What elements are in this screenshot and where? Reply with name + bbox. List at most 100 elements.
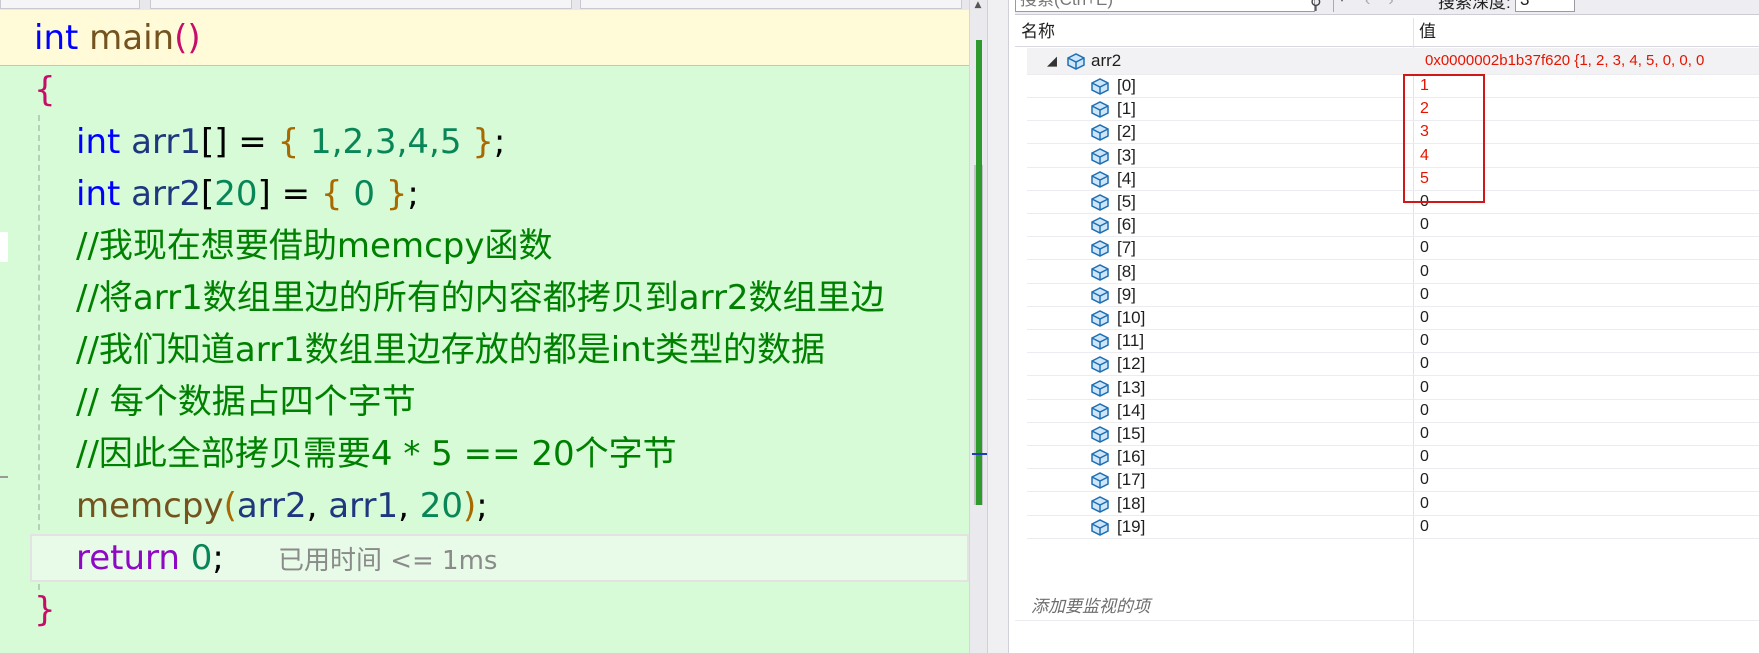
watch-item-name: [10] — [1117, 308, 1146, 327]
watch-item-name: [17] — [1117, 470, 1146, 490]
watch-item-value: 0 — [1420, 309, 1429, 326]
brace: } — [472, 122, 494, 162]
watch-item-name: [4] — [1117, 168, 1136, 188]
paren: ) — [463, 486, 477, 526]
watch-item-row[interactable]: [16] 0 — [1027, 445, 1759, 470]
variable-cube-icon — [1091, 495, 1109, 513]
pane-splitter[interactable] — [987, 0, 1009, 653]
brackets: [] — [200, 122, 228, 162]
variable-cube-icon — [1091, 472, 1109, 490]
code-line-3: int arr1[] = { 1,2,3,4,5 }; — [76, 116, 505, 168]
watch-item-value: 0 — [1420, 425, 1429, 442]
code-line-4: int arr2[20] = { 0 }; — [76, 168, 419, 220]
watch-item-row[interactable]: [12] 0 — [1027, 352, 1759, 377]
search-input[interactable]: 搜索(Ctrl+E) — [1015, 0, 1315, 12]
code-comment-1: //我现在想要借助memcpy函数 — [76, 226, 553, 266]
operator: = — [227, 122, 278, 162]
watch-item-row[interactable]: [3] 4 — [1027, 144, 1759, 168]
column-name-header[interactable]: 名称 — [1015, 18, 1055, 46]
elapsed-time-hint: 已用时间 <= 1ms — [277, 546, 498, 576]
semicolon: ; — [212, 538, 224, 578]
watch-item-name: [7] — [1117, 238, 1136, 258]
variable-cube-icon — [1091, 263, 1109, 281]
watch-item-name: [9] — [1117, 284, 1136, 304]
watch-item-value: 0 — [1420, 262, 1429, 280]
watch-item-name: [12] — [1117, 354, 1146, 374]
watch-item-row[interactable]: [13] 0 — [1027, 376, 1759, 400]
variable: arr1 — [328, 486, 399, 526]
project-dropdown[interactable] — [0, 0, 140, 9]
watch-item-name: [13] — [1117, 377, 1146, 397]
watch-item-row[interactable]: [1] 2 — [1027, 97, 1759, 122]
variable-cube-icon — [1091, 217, 1109, 235]
paren: ( — [223, 486, 237, 526]
column-value-header[interactable]: 值 — [1413, 18, 1436, 46]
watch-item-row[interactable]: [9] 0 — [1027, 283, 1759, 307]
scroll-up-icon[interactable]: ▲ — [973, 0, 983, 10]
watch-item-value: 0 — [1420, 471, 1429, 489]
watch-item-row[interactable]: [8] 0 — [1027, 260, 1759, 284]
variable-cube-icon — [1091, 286, 1109, 304]
watch-toolbar: 搜索(Ctrl+E) ⚲ ▾ ‹› 搜索深度: 3 — [1015, 0, 1759, 15]
watch-item-name: [15] — [1117, 424, 1146, 443]
semicolon: ; — [476, 486, 488, 526]
variable: arr2 — [131, 174, 201, 214]
code-comment-3: //我们知道arr1数组里边存放的都是int类型的数据 — [76, 330, 826, 370]
watch-root-name: arr2 — [1091, 51, 1122, 70]
watch-item-name: [3] — [1117, 145, 1136, 165]
code-editor[interactable]: int main() { int arr1[] = { 1,2,3,4,5 };… — [0, 0, 975, 653]
number-list: 1,2,3,4,5 — [299, 122, 473, 162]
watch-item-row[interactable]: [15] 0 — [1027, 422, 1759, 446]
watch-item-row[interactable]: [11] 0 — [1027, 329, 1759, 354]
navigation-arrows-icon[interactable]: ‹› — [1365, 0, 1412, 10]
chevron-down-icon[interactable]: ▾ — [1333, 0, 1350, 12]
search-depth-select[interactable]: 3 — [1515, 0, 1575, 12]
keyword: int — [76, 122, 121, 162]
watch-item-row[interactable]: [4] 5 — [1027, 167, 1759, 191]
brace: } — [385, 174, 408, 214]
watch-item-name: [0] — [1117, 76, 1136, 95]
variable-cube-icon — [1091, 518, 1109, 536]
code-line-2: { — [34, 64, 56, 116]
variable: arr2 — [236, 486, 307, 526]
variable-cube-icon — [1091, 310, 1109, 327]
watch-item-row[interactable]: [14] 0 — [1027, 399, 1759, 423]
variable-cube-icon — [1091, 124, 1109, 142]
watch-item-row[interactable]: [0] 1 — [1027, 74, 1759, 98]
watch-item-value: 0 — [1420, 216, 1429, 234]
watch-item-value: 0 — [1420, 494, 1429, 512]
gutter-marker — [0, 476, 8, 478]
code-line-11: return 0; 已用时间 <= 1ms — [76, 532, 497, 584]
add-watch-item[interactable]: 添加要监视的项 — [1015, 593, 1759, 621]
function-dropdown[interactable] — [580, 0, 962, 9]
number: 20 — [214, 174, 258, 214]
brace: } — [34, 590, 56, 630]
watch-item-value: 0 — [1420, 448, 1429, 466]
watch-item-row[interactable]: [2] 3 — [1027, 120, 1759, 145]
number: 0 — [342, 174, 386, 214]
watch-item-value: 0 — [1420, 355, 1429, 373]
watch-item-row[interactable]: [18] 0 — [1027, 492, 1759, 516]
scope-dropdown[interactable] — [150, 0, 572, 9]
collapse-arrow-icon[interactable]: ◢ — [1047, 53, 1057, 69]
watch-root-value: 0x0000002b1b37f620 {1, 2, 3, 4, 5, 0, 0,… — [1425, 52, 1705, 69]
watch-item-row[interactable]: [6] 0 — [1027, 213, 1759, 238]
number: 20 — [419, 486, 463, 526]
watch-item-name: [19] — [1117, 516, 1146, 536]
watch-item-name: [5] — [1117, 192, 1136, 211]
bracket: [ — [200, 174, 215, 214]
watch-item-name: [14] — [1117, 400, 1146, 420]
watch-root-row[interactable]: ◢ arr2 0x0000002b1b37f620 {1, 2, 3, 4, 5… — [1027, 48, 1759, 75]
annotation-highlight-box — [1403, 74, 1485, 203]
variable-cube-icon — [1091, 147, 1109, 165]
code-comment-5: //因此全部拷贝需要4 * 5 == 20个字节 — [76, 434, 677, 474]
watch-item-row[interactable]: [5] 0 — [1027, 190, 1759, 214]
watch-item-row[interactable]: [19] 0 — [1027, 515, 1759, 539]
watch-item-row[interactable]: [10] 0 — [1027, 306, 1759, 330]
watch-item-row[interactable]: [7] 0 — [1027, 236, 1759, 261]
watch-item-row[interactable]: [17] 0 — [1027, 468, 1759, 493]
search-icon[interactable]: ⚲ — [1310, 0, 1322, 14]
variable-cube-icon — [1091, 170, 1109, 188]
watch-item-value: 0 — [1420, 285, 1429, 303]
variable-cube-icon — [1091, 194, 1109, 211]
